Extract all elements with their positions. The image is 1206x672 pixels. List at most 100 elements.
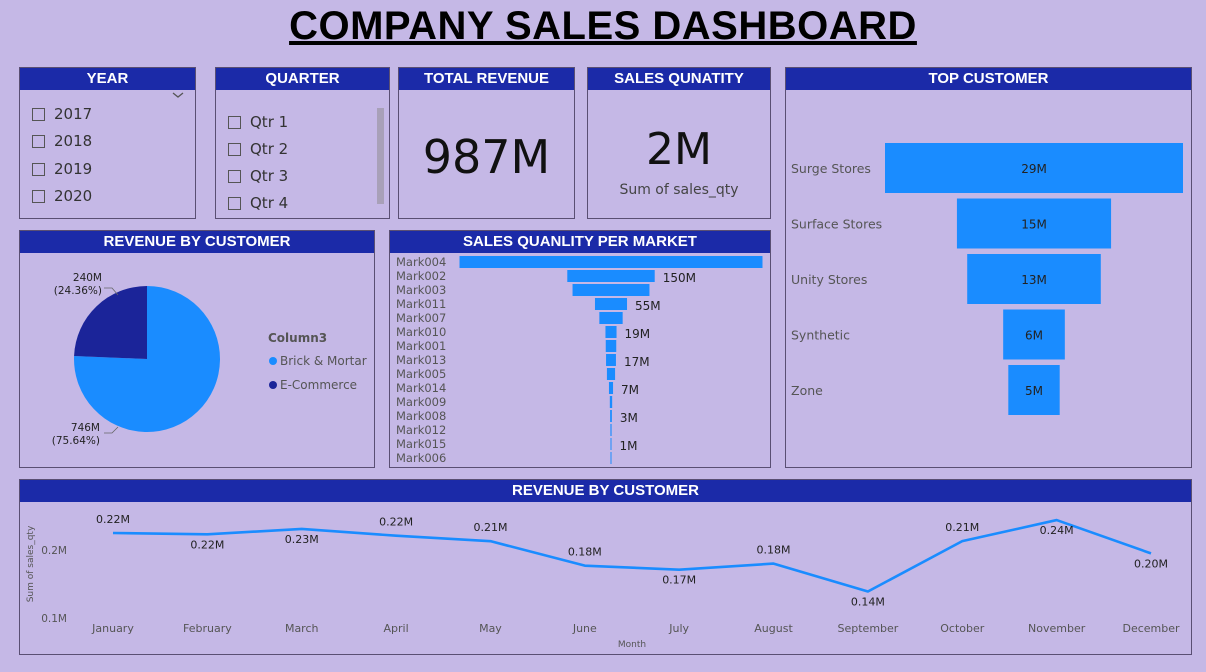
market-value-label: 7M [621, 383, 639, 397]
market-bar [610, 438, 612, 450]
market-bar [610, 410, 612, 422]
x-tick-label: November [1028, 622, 1086, 635]
pie-data-label: 746M [71, 422, 100, 434]
market-label: Mark002 [396, 269, 446, 283]
line-data-label: 0.20M [1134, 557, 1168, 570]
y-tick-label: 0.2M [41, 545, 67, 557]
market-bar [610, 424, 612, 436]
checkbox[interactable] [228, 169, 241, 183]
market-value-label: 55M [635, 299, 661, 313]
checkbox[interactable] [228, 196, 241, 210]
line-data-label: 0.22M [379, 516, 413, 529]
line-data-label: 0.14M [851, 595, 885, 608]
market-label: Mark007 [396, 311, 446, 325]
pie-legend-item: Brick & Mortar [280, 354, 367, 368]
line-data-label: 0.22M [190, 538, 224, 551]
revenue-line [112, 518, 1152, 593]
y-tick-label: 0.1M [41, 613, 67, 625]
year-option-2019[interactable]: 2019 [32, 160, 92, 178]
scrollbar[interactable] [377, 108, 384, 204]
market-bar [610, 452, 612, 464]
total-revenue-value: 987M [422, 130, 551, 184]
pie-legend-title: Column3 [268, 331, 327, 345]
sales-quantity-header: SALES QUNATITY [588, 68, 770, 90]
market-bar [599, 312, 623, 324]
line-data-label: 0.21M [473, 521, 507, 534]
legend-marker [269, 357, 277, 365]
market-label: Mark011 [396, 297, 446, 311]
market-bar [572, 284, 650, 296]
market-panel: SALES QUANLITY PER MARKET Mark004 Mark002… [389, 230, 771, 468]
checkbox[interactable] [228, 142, 241, 156]
revenue-pie-header: REVENUE BY CUSTOMER [20, 231, 374, 253]
quarter-slicer: QUARTER Qtr 1 Qtr 2 Qtr 3 Qtr 4 [215, 67, 390, 219]
year-option-2017[interactable]: 2017 [32, 105, 92, 123]
funnel-value-label: 29M [1021, 162, 1047, 176]
market-label: Mark009 [396, 395, 446, 409]
market-bar [606, 354, 616, 366]
checkbox[interactable] [32, 162, 45, 176]
market-bar [608, 382, 614, 394]
pie-data-label: 240M [73, 272, 102, 284]
market-label: Mark012 [396, 423, 446, 437]
market-label: Mark015 [396, 437, 446, 451]
market-value-label: 17M [624, 355, 650, 369]
monthly-line-chart: 0.2M 0.1M Sum of sales_qty 0.22M January 0.22… [26, 513, 1180, 650]
monthly-line-header: REVENUE BY CUSTOMER [20, 480, 1191, 502]
x-tick-label: February [183, 622, 232, 635]
funnel-value-label: 5M [1025, 384, 1043, 398]
x-tick-label: August [754, 622, 793, 635]
market-bar [459, 256, 763, 268]
checkbox[interactable] [32, 107, 45, 121]
quarter-option-2[interactable]: Qtr 2 [228, 140, 288, 158]
market-bar [567, 270, 655, 282]
year-option-2020[interactable]: 2020 [32, 187, 92, 205]
line-data-label: 0.18M [568, 546, 602, 559]
quarter-option-3[interactable]: Qtr 3 [228, 167, 288, 185]
market-header: SALES QUANLITY PER MARKET [390, 231, 770, 253]
funnel-label: Synthetic [791, 328, 850, 343]
funnel-value-label: 13M [1021, 273, 1047, 287]
market-bar-chart: Mark004Mark002 150M Mark003Mark011 55M Mark0… [396, 255, 763, 465]
x-tick-label: June [572, 622, 597, 635]
market-bar [594, 298, 628, 310]
market-label: Mark013 [396, 353, 446, 367]
year-slicer: YEAR 2017 2018 2019 2020 [19, 67, 196, 219]
checkbox[interactable] [228, 115, 241, 129]
y-axis-label: Sum of sales_qty [26, 525, 36, 602]
line-data-label: 0.17M [662, 574, 696, 587]
line-data-label: 0.23M [285, 533, 319, 546]
market-bar [605, 340, 617, 352]
monthly-line-panel: REVENUE BY CUSTOMER 0.2M 0.1M Sum of sales… [19, 479, 1192, 655]
chevron-down-icon[interactable] [171, 90, 185, 100]
x-tick-label: January [91, 622, 134, 635]
pie-legend-item: E-Commerce [280, 378, 357, 392]
checkbox[interactable] [32, 134, 45, 148]
market-bar [609, 396, 613, 408]
line-data-label: 0.18M [757, 544, 791, 557]
x-tick-label: May [479, 622, 502, 635]
line-data-label: 0.24M [1040, 524, 1074, 537]
sales-quantity-subtitle: Sum of sales_qty [619, 182, 739, 198]
market-label: Mark010 [396, 325, 446, 339]
revenue-pie-chart: 240M(24.36%) 746M(75.64%) Column3 Brick & M… [52, 272, 367, 447]
top-customer-funnel: Surge Stores 29M Surface Stores 15M Unity St… [791, 143, 1183, 415]
x-tick-label: September [838, 622, 899, 635]
market-bar [605, 326, 617, 338]
funnel-label: Zone [791, 383, 823, 398]
x-tick-label: October [940, 622, 984, 635]
quarter-option-1[interactable]: Qtr 1 [228, 113, 288, 131]
funnel-value-label: 6M [1025, 329, 1043, 343]
pie-leader-line [104, 426, 119, 434]
checkbox[interactable] [32, 189, 45, 203]
pie-data-label: (24.36%) [54, 285, 102, 297]
total-revenue-card: TOTAL REVENUE 987M [398, 67, 575, 219]
market-label: Mark008 [396, 409, 446, 423]
x-tick-label: March [285, 622, 319, 635]
legend-marker [269, 381, 277, 389]
year-option-2018[interactable]: 2018 [32, 132, 92, 150]
x-tick-label: April [384, 622, 409, 635]
market-value-label: 3M [620, 411, 638, 425]
quarter-option-4[interactable]: Qtr 4 [228, 194, 288, 212]
market-label: Mark014 [396, 381, 446, 395]
